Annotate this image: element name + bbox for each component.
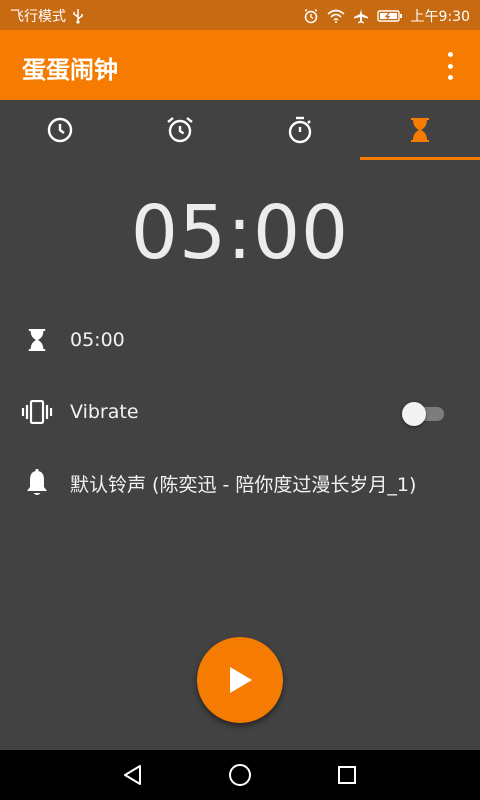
system-nav-bar bbox=[0, 750, 480, 800]
airplane-mode-label: 飞行模式 bbox=[10, 9, 66, 25]
hourglass-icon bbox=[28, 329, 46, 351]
status-time: 上午9:30 bbox=[410, 9, 470, 25]
home-icon bbox=[229, 764, 251, 786]
duration-row[interactable]: 05:00 bbox=[0, 320, 480, 360]
back-button[interactable] bbox=[120, 762, 146, 788]
duration-value: 05:00 bbox=[70, 329, 125, 351]
tab-bar bbox=[0, 100, 480, 160]
app-title: 蛋蛋闹钟 bbox=[22, 56, 118, 84]
stopwatch-icon bbox=[288, 116, 312, 144]
tab-clock[interactable] bbox=[0, 100, 120, 160]
tab-stopwatch[interactable] bbox=[240, 100, 360, 160]
ringtone-label: 默认铃声 (陈奕迅 - 陪你度过漫长岁月_1) bbox=[70, 473, 417, 496]
recents-button[interactable] bbox=[334, 762, 360, 788]
recents-icon bbox=[338, 766, 356, 784]
play-icon bbox=[230, 667, 252, 693]
status-bar: 飞行模式 上午9:30 bbox=[0, 0, 480, 30]
overflow-menu-icon[interactable] bbox=[440, 52, 460, 80]
app-bar: 蛋蛋闹钟 bbox=[0, 30, 480, 100]
airplane-icon bbox=[353, 8, 369, 24]
battery-charging-icon bbox=[376, 9, 403, 23]
vibrate-row[interactable]: Vibrate bbox=[0, 392, 480, 432]
start-timer-button[interactable] bbox=[197, 637, 283, 723]
vibrate-label: Vibrate bbox=[70, 401, 139, 423]
ringtone-row[interactable]: 默认铃声 (陈奕迅 - 陪你度过漫长岁月_1) bbox=[0, 463, 480, 503]
clock-icon bbox=[47, 117, 73, 143]
bell-icon bbox=[27, 469, 47, 495]
wifi-icon bbox=[327, 9, 345, 23]
toggle-thumb bbox=[402, 402, 426, 426]
alarm-clock-icon bbox=[167, 117, 193, 143]
timer-display[interactable]: 05:00 bbox=[0, 190, 480, 276]
tab-alarm[interactable] bbox=[120, 100, 240, 160]
alarm-icon bbox=[303, 8, 319, 24]
usb-icon bbox=[72, 8, 84, 24]
back-icon bbox=[124, 765, 141, 785]
vibrate-toggle[interactable] bbox=[402, 402, 444, 426]
hourglass-icon bbox=[411, 118, 429, 142]
home-button[interactable] bbox=[227, 762, 253, 788]
vibrate-icon bbox=[21, 400, 53, 424]
tab-timer[interactable] bbox=[360, 100, 480, 160]
